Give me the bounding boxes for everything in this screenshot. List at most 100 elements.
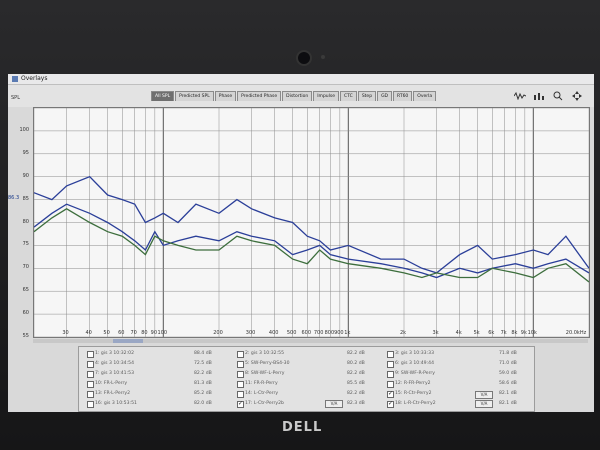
overlay-name: 13: FR-L-Perry2 <box>95 391 131 396</box>
overlay-level: 71.8 dB <box>499 351 517 356</box>
x-tick-label: 90 <box>150 330 158 336</box>
volume-adjust-button[interactable]: V/A <box>325 400 343 408</box>
tab-step[interactable]: Step <box>357 91 377 101</box>
overlay-name: 6: gis 3 10:49:44 <box>395 361 434 366</box>
overlay-level: 72.5 dB <box>194 361 212 366</box>
overlay-name: 17: L-Ctr-Perry2b <box>245 401 284 406</box>
overlay-checkbox[interactable] <box>387 399 394 408</box>
overlay-name: 10: FR-L-Perry <box>95 381 128 386</box>
app-icon <box>12 76 18 82</box>
x-tick-label: 100 <box>157 330 168 336</box>
waveform-icon[interactable] <box>513 90 527 101</box>
screen: Overlays All SPL Predicted SPL Phase Predic… <box>8 74 594 412</box>
overlay-name: 8: SW-WF-L-Perry <box>245 371 285 376</box>
legend-row: 4: gis 3 10:34:54 72.5 dB 5: SW-Perry-BS4-… <box>79 359 534 368</box>
window-titlebar: Overlays <box>8 74 594 85</box>
overlay-name: 18: L-R-Ctr-Perry2 <box>395 401 436 406</box>
y-tick-label: 90 <box>22 172 29 179</box>
tab-predicted-spl[interactable]: Predicted SPL <box>175 91 214 101</box>
overlay-name: 9: SW-WF-R-Perry <box>395 371 436 376</box>
overlay-checkbox[interactable] <box>387 361 394 368</box>
graph-tabs: All SPL Predicted SPL Phase Predicted Phase… <box>151 91 437 101</box>
x-tick-label: 70 <box>130 330 137 336</box>
y-tick-label: 60 <box>22 310 29 317</box>
tab-impulse[interactable]: Impulse <box>313 91 340 101</box>
overlay-checkbox[interactable] <box>387 351 394 358</box>
overlay-level: 82.1 dB <box>499 401 517 406</box>
x-tick-label: 10k <box>527 330 537 336</box>
overlay-checkbox[interactable] <box>87 381 94 388</box>
overlay-name: 12: R-FR-Perry2 <box>395 381 431 386</box>
volume-adjust-button[interactable]: V/A <box>475 400 493 408</box>
tab-predicted-phase[interactable]: Predicted Phase <box>237 91 282 101</box>
overlay-checkbox[interactable] <box>87 391 94 398</box>
move-icon[interactable] <box>570 90 584 101</box>
overlay-level: 82.1 dB <box>499 391 517 396</box>
zoom-in-icon[interactable] <box>551 90 565 101</box>
y-tick-label: 55 <box>22 333 29 339</box>
x-tick-label: 5k <box>473 330 480 336</box>
x-tick-label: 40 <box>85 330 92 336</box>
tab-all-spl[interactable]: All SPL <box>151 91 175 101</box>
overlay-checkbox[interactable] <box>87 401 94 408</box>
overlay-level: 82.2 dB <box>347 391 365 396</box>
legend-row: 1: gis 3 10:32:02 88.4 dB 2: gis 3 10:32:5… <box>79 349 534 358</box>
overlay-level: 82.2 dB <box>194 371 212 376</box>
overlay-level: 80.2 dB <box>347 361 365 366</box>
x-tick-label: 7k <box>500 330 507 336</box>
y-tick-label: 100 <box>19 126 29 133</box>
horizontal-scrollbar[interactable] <box>33 339 588 343</box>
overlay-checkbox[interactable] <box>237 391 244 398</box>
x-tick-label: 500 <box>286 330 297 336</box>
legend-row: 7: gis 3 10:41:53 82.2 dB 8: SW-WF-L-Perry… <box>79 369 534 378</box>
tab-distortion[interactable]: Distortion <box>282 91 313 101</box>
scrollbar-thumb[interactable] <box>113 339 143 343</box>
spl-plot[interactable] <box>33 107 590 338</box>
legend-row: 10: FR-L-Perry 81.3 dB 11: FR-R-Perry 85.5 … <box>79 379 534 388</box>
overlay-checkbox[interactable] <box>237 381 244 388</box>
x-tick-label: 1k <box>344 330 351 336</box>
volume-adjust-button[interactable]: V/A <box>475 391 493 399</box>
overlay-level: 71.0 dB <box>499 361 517 366</box>
overlay-checkbox[interactable] <box>237 371 244 378</box>
overlay-level: 88.4 dB <box>194 351 212 356</box>
y-axis-unit: SPL <box>11 95 20 101</box>
dell-logo: DELL <box>282 420 323 435</box>
x-tick-label: 900 <box>334 330 344 336</box>
eq-icon[interactable] <box>532 90 546 101</box>
x-tick-label: 2k <box>399 330 407 336</box>
webcam-led-icon <box>321 55 325 59</box>
x-tick-label: 4k <box>455 330 462 336</box>
tab-phase[interactable]: Phase <box>214 91 237 101</box>
tab-gd[interactable]: GD <box>377 91 393 101</box>
x-tick-label: 20.0kHz <box>565 330 587 336</box>
overlay-checkbox[interactable] <box>87 351 94 358</box>
tab-overla[interactable]: Overla <box>413 91 437 101</box>
overlay-name: 1: gis 3 10:32:02 <box>95 351 134 356</box>
tab-rt60[interactable]: RT60 <box>393 91 413 101</box>
overlay-checkbox[interactable] <box>387 389 394 398</box>
overlay-checkbox[interactable] <box>237 361 244 368</box>
overlay-name: 16: gis 3 10:53:51 <box>95 401 137 406</box>
toolbar: All SPL Predicted SPL Phase Predicted Phase… <box>8 85 594 107</box>
x-tick-label: 30 <box>62 330 69 336</box>
overlay-checkbox[interactable] <box>87 371 94 378</box>
overlay-checkbox[interactable] <box>387 371 394 378</box>
overlay-level: 82.3 dB <box>347 401 365 406</box>
x-tick-label: 9k <box>520 330 527 336</box>
series-line-2 <box>34 203 589 279</box>
x-tick-label: 300 <box>245 330 256 336</box>
overlay-level: 85.5 dB <box>347 381 365 386</box>
overlay-checkbox[interactable] <box>387 381 394 388</box>
overlay-checkbox[interactable] <box>87 361 94 368</box>
y-tick-label: 95 <box>22 149 29 156</box>
overlay-name: 2: gis 3 10:32:55 <box>245 351 284 356</box>
tab-ctc[interactable]: CTC <box>340 91 357 101</box>
webcam-icon <box>296 50 312 66</box>
overlay-checkbox[interactable] <box>237 351 244 358</box>
x-tick-label: 200 <box>213 330 223 336</box>
x-tick-label: 8k <box>511 330 518 336</box>
overlay-level: 82.2 dB <box>347 371 365 376</box>
overlay-name: 14: L-Ctr-Perry <box>245 391 279 396</box>
overlay-checkbox[interactable] <box>237 399 244 408</box>
